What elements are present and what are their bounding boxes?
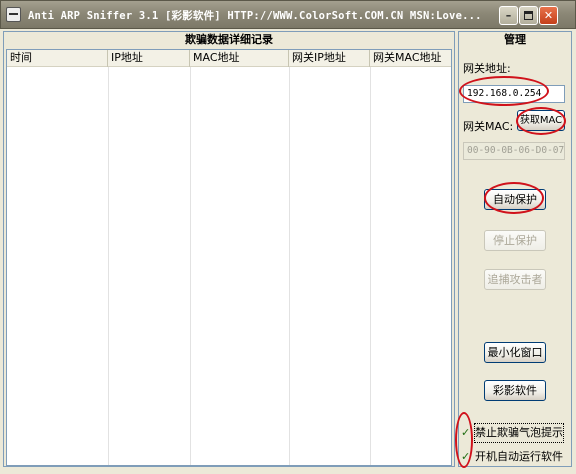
autorun-checkbox[interactable]: ✓ 开机自动运行软件 [461,448,569,466]
title-bar[interactable]: Anti ARP Sniffer 3.1 [彩影软件] HTTP://WWW.C… [0,0,576,29]
minimize-button[interactable]: – [499,6,518,25]
gateway-mac-label: 网关MAC: [463,120,514,133]
column-divider [289,67,290,465]
auto-protect-button[interactable]: 自动保护 [484,189,546,210]
minimize-icon: – [505,9,512,22]
trace-attacker-button[interactable]: 追捕攻击者 [484,269,546,290]
column-divider [108,67,109,465]
window-title: Anti ARP Sniffer 3.1 [彩影软件] HTTP://WWW.C… [28,10,482,22]
app-icon[interactable] [6,7,21,22]
log-panel: 欺骗数据详细记录 时间 IP地址 MAC地址 网关IP地址 网关MAC地址 [3,31,455,467]
check-icon: ✓ [461,426,471,439]
manage-panel: 管理 网关地址: 192.168.0.254 网关MAC: 获取MAC 00-9… [458,31,572,467]
disable-bubble-checkbox[interactable]: ✓ 禁止欺骗气泡提示 [461,423,569,443]
maximize-icon [524,11,533,20]
maximize-button[interactable] [519,6,538,25]
check-icon: ✓ [461,450,471,463]
column-header-ip[interactable]: IP地址 [108,50,190,67]
column-header-gateway-mac[interactable]: 网关MAC地址 [370,50,453,67]
colorsoft-button[interactable]: 彩影软件 [484,380,546,401]
column-header-time[interactable]: 时间 [7,50,108,67]
manage-panel-title: 管理 [504,33,526,46]
gateway-ip-field[interactable]: 192.168.0.254 [463,85,565,103]
main-window: Anti ARP Sniffer 3.1 [彩影软件] HTTP://WWW.C… [0,0,576,474]
log-panel-title: 欺骗数据详细记录 [185,33,273,46]
stop-protect-button[interactable]: 停止保护 [484,230,546,251]
autorun-label: 开机自动运行软件 [475,450,563,463]
close-button[interactable]: ✕ [539,6,558,25]
close-icon: ✕ [543,9,554,22]
column-divider [370,67,371,465]
gateway-mac-field[interactable]: 00-90-0B-06-D0-07 [463,142,565,160]
disable-bubble-label: 禁止欺骗气泡提示 [474,423,564,443]
minimize-window-button[interactable]: 最小化窗口 [484,342,546,363]
column-header-mac[interactable]: MAC地址 [190,50,289,67]
column-header-gateway-ip[interactable]: 网关IP地址 [289,50,370,67]
get-mac-button[interactable]: 获取MAC [517,110,565,131]
log-list-header: 时间 IP地址 MAC地址 网关IP地址 网关MAC地址 [7,50,451,67]
gateway-ip-label: 网关地址: [463,62,511,75]
column-divider [190,67,191,465]
log-list[interactable]: 时间 IP地址 MAC地址 网关IP地址 网关MAC地址 [6,49,452,466]
